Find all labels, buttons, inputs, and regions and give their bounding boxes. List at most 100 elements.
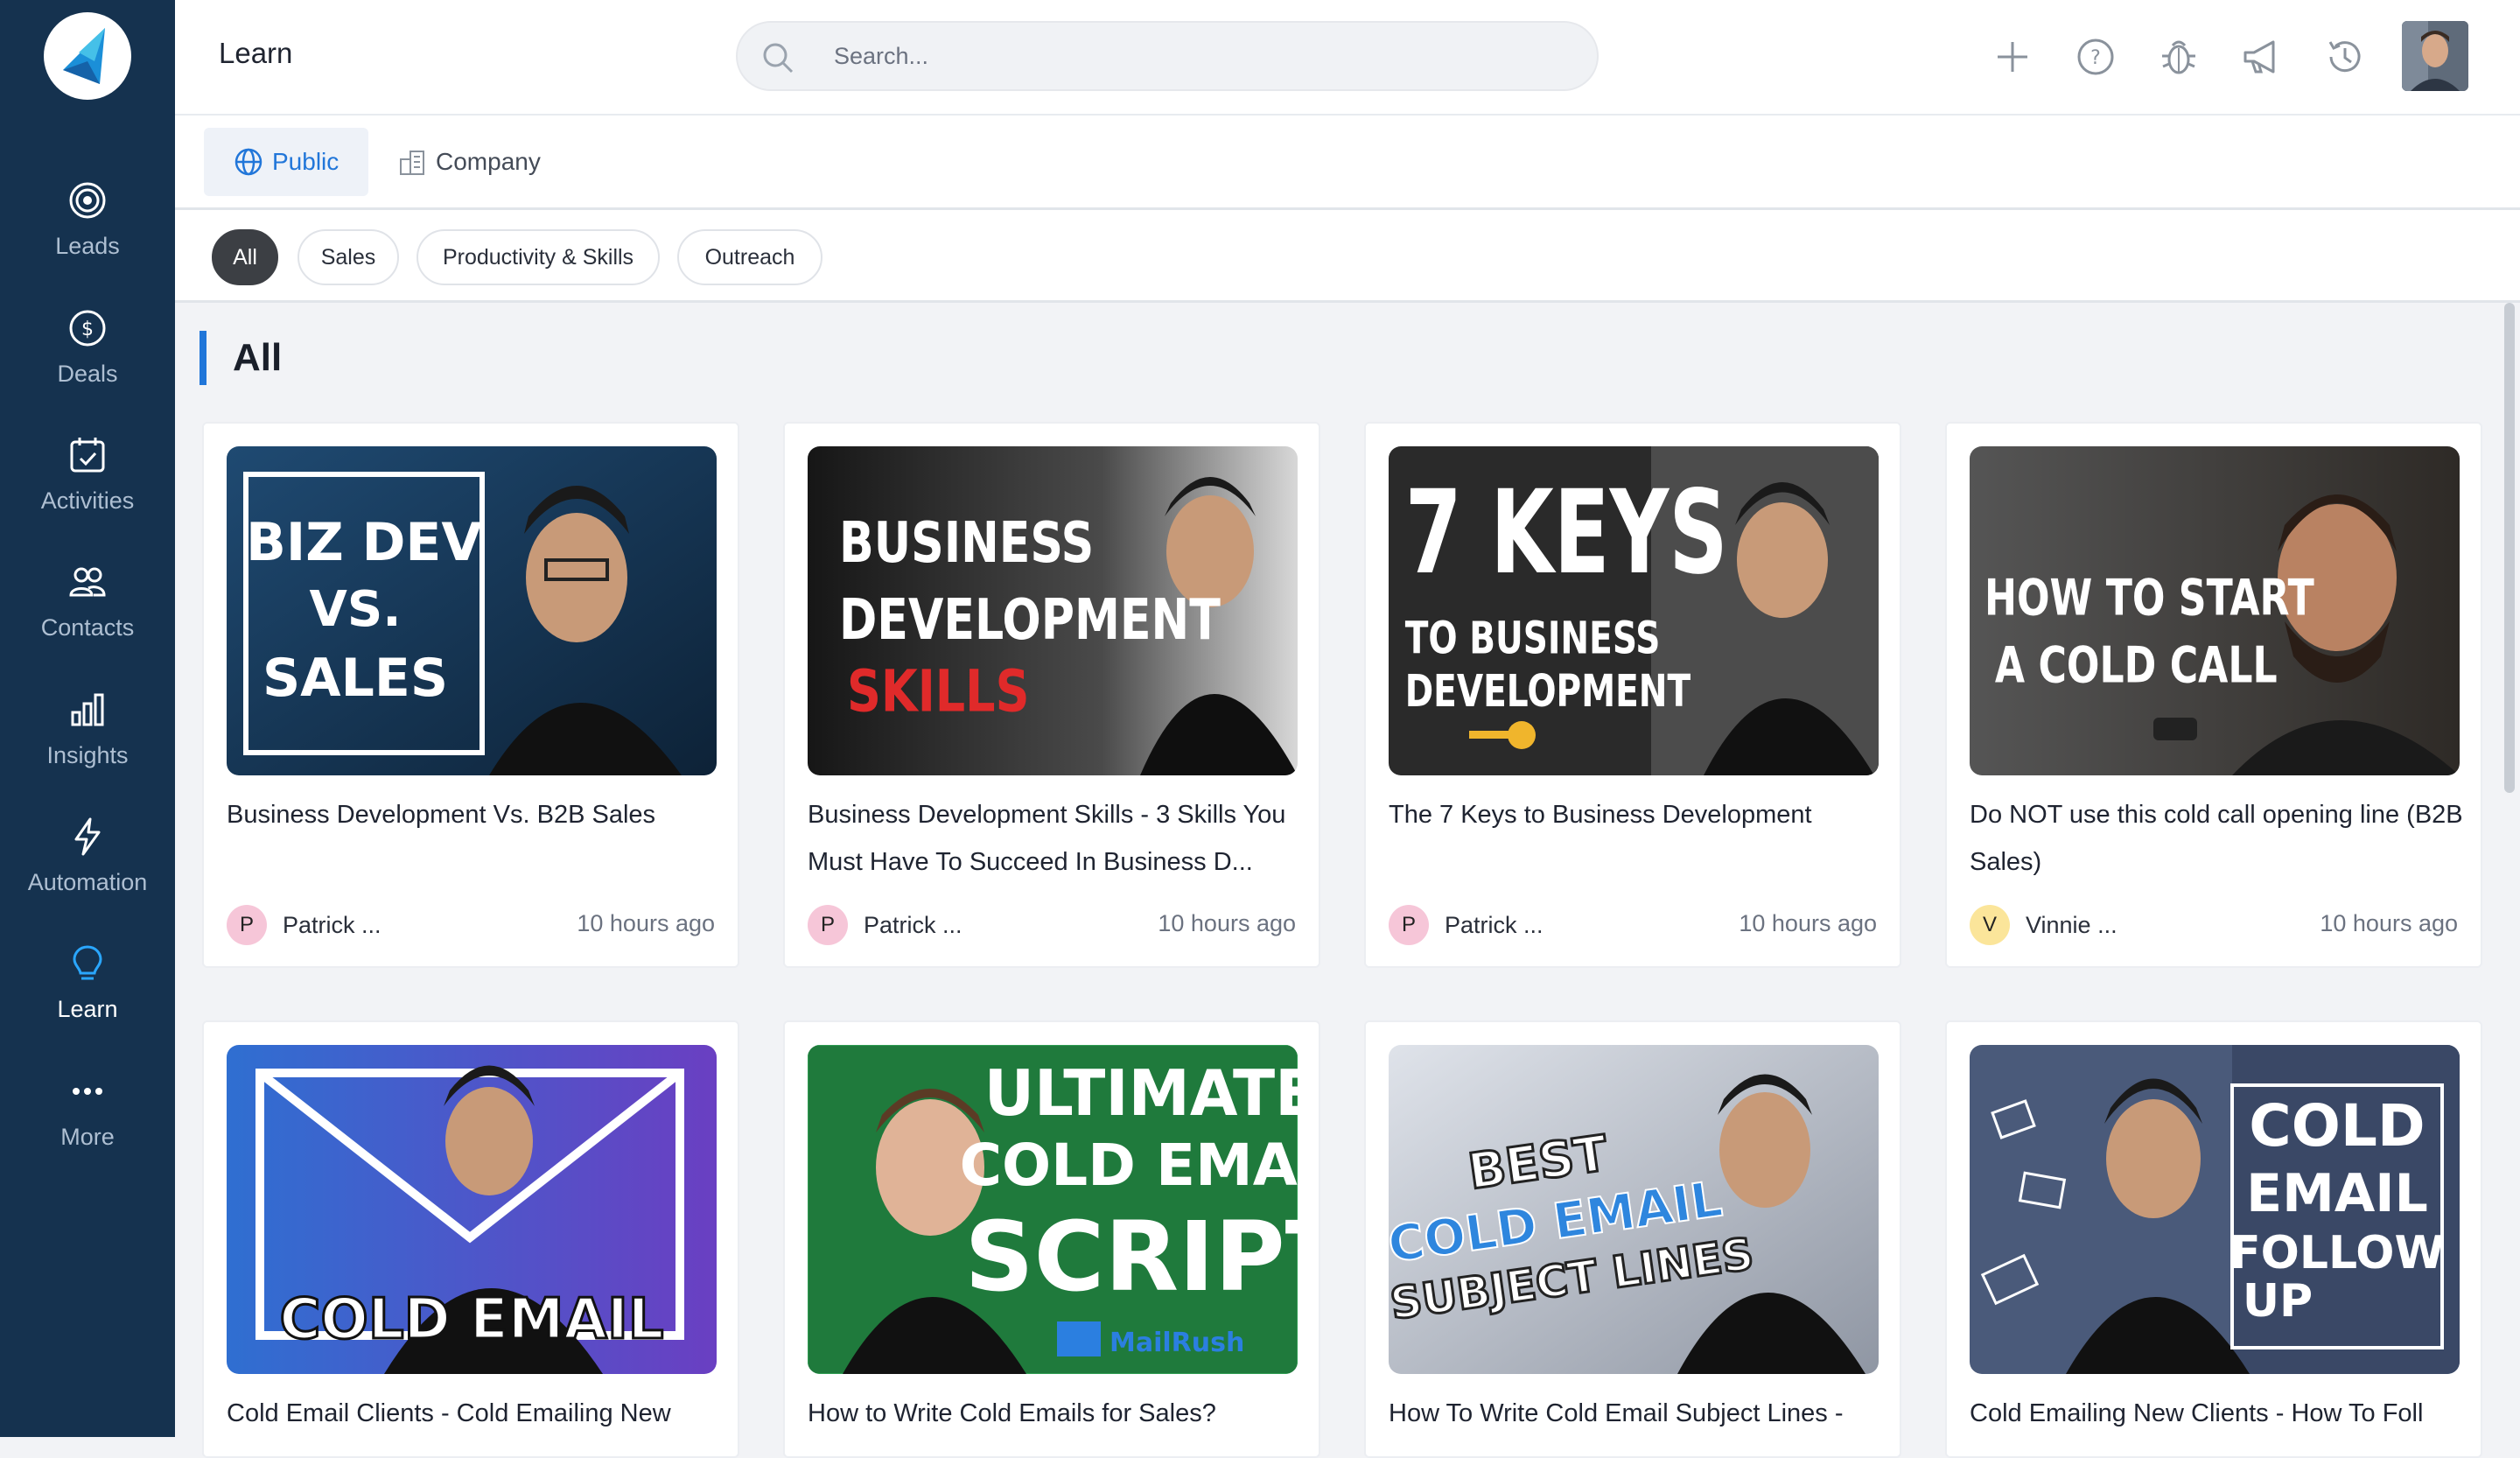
author: P Patrick ...: [227, 905, 382, 945]
video-thumbnail[interactable]: COLD EMAIL: [227, 1045, 717, 1374]
video-title[interactable]: How To Write Cold Email Subject Lines -: [1389, 1390, 1884, 1437]
svg-text:$: $: [81, 319, 94, 340]
search-box[interactable]: [736, 21, 1599, 91]
thumb-text: DEVELOPMENT: [1405, 665, 1691, 717]
sidebar-item-label: Learn: [57, 996, 118, 1022]
sidebar-item-automation[interactable]: Automation: [0, 817, 175, 930]
video-thumbnail[interactable]: 7 KEYS TO BUSINESS DEVELOPMENT: [1389, 446, 1879, 775]
thumb-text: TO BUSINESS: [1405, 613, 1661, 664]
sidebar-item-label: Leads: [55, 233, 120, 259]
author-avatar: P: [227, 905, 267, 945]
thumb-text: ULTIMATE: [984, 1056, 1298, 1130]
sidebar-item-activities[interactable]: Activities: [0, 435, 175, 549]
users-icon: [69, 567, 106, 597]
video-card[interactable]: BEST COLD EMAIL SUBJECT LINES How To Wri…: [1364, 1020, 1901, 1458]
megaphone-icon[interactable]: [2240, 35, 2284, 79]
thumb-text: VS.: [310, 581, 402, 638]
thumb-text: MailRush: [1110, 1328, 1244, 1358]
user-avatar[interactable]: [2402, 21, 2468, 91]
video-title[interactable]: Do NOT use this cold call opening line (…: [1970, 791, 2465, 886]
history-icon[interactable]: [2323, 35, 2367, 79]
author-avatar: V: [1970, 905, 2010, 945]
scrollbar[interactable]: [2504, 303, 2515, 793]
filter-all[interactable]: All: [212, 229, 278, 285]
sidebar-item-insights[interactable]: Insights: [0, 690, 175, 803]
author-avatar: P: [1389, 905, 1429, 945]
video-card[interactable]: COLD EMAIL FOLLOW UP Cold Emailing New C…: [1945, 1020, 2482, 1458]
tab-company[interactable]: Company: [368, 128, 570, 196]
sidebar-item-learn[interactable]: Learn: [0, 943, 175, 1057]
posted-time: 10 hours ago: [2320, 910, 2458, 936]
sidebar-item-contacts[interactable]: Contacts: [0, 562, 175, 676]
sidebar: Leads $ Deals Activities Contacts Insigh…: [0, 0, 175, 1437]
app-logo[interactable]: [44, 12, 131, 100]
video-title[interactable]: Cold Emailing New Clients - How To Foll: [1970, 1390, 2465, 1437]
thumb-text: 7 KEYS: [1405, 466, 1728, 599]
posted-time: 10 hours ago: [577, 910, 715, 936]
video-card[interactable]: COLD EMAIL Cold Email Clients - Cold Ema…: [202, 1020, 739, 1458]
sidebar-item-label: Activities: [40, 487, 135, 514]
author-name: Patrick ...: [864, 911, 962, 938]
sidebar-item-label: More: [60, 1124, 115, 1150]
author-name: Patrick ...: [1445, 911, 1544, 938]
video-thumbnail[interactable]: BIZ DEV VS. SALES: [227, 446, 717, 775]
top-bar: Learn ?: [175, 0, 2520, 116]
thumb-text: EMAIL: [2246, 1163, 2428, 1224]
thumb-text: COLD EMAIL: [279, 1287, 663, 1352]
video-thumbnail[interactable]: COLD EMAIL FOLLOW UP: [1970, 1045, 2460, 1374]
more-dots-icon: [73, 1088, 102, 1095]
thumb-text: SALES: [262, 648, 448, 709]
filter-productivity-skills[interactable]: Productivity & Skills: [416, 229, 660, 285]
thumb-text: FOLLOW: [2230, 1227, 2445, 1279]
filter-outreach[interactable]: Outreach: [677, 229, 822, 285]
lightbulb-icon: [73, 945, 102, 980]
building-icon: [400, 151, 424, 175]
video-card[interactable]: BUSINESS DEVELOPMENT SKILLS Business Dev…: [783, 422, 1320, 968]
tab-label: Public: [272, 148, 340, 175]
sidebar-item-label: Insights: [46, 742, 129, 768]
author-name: Patrick ...: [283, 911, 382, 938]
thumb-text: SCRIPT: [964, 1201, 1298, 1313]
help-icon[interactable]: ?: [2074, 35, 2118, 79]
plus-icon[interactable]: [1991, 35, 2034, 79]
sidebar-item-more[interactable]: More: [0, 1071, 175, 1185]
sidebar-item-label: Contacts: [40, 614, 135, 641]
video-thumbnail[interactable]: BUSINESS DEVELOPMENT SKILLS: [808, 446, 1298, 775]
video-title[interactable]: Business Development Skills - 3 Skills Y…: [808, 791, 1303, 886]
author: V Vinnie ...: [1970, 905, 2118, 945]
video-thumbnail[interactable]: ULTIMATE COLD EMAIL SCRIPT MailRush: [808, 1045, 1298, 1374]
author: P Patrick ...: [1389, 905, 1544, 945]
video-thumbnail[interactable]: BEST COLD EMAIL SUBJECT LINES: [1389, 1045, 1879, 1374]
tab-label: Company: [436, 148, 541, 175]
sidebar-item-label: Automation: [27, 869, 148, 895]
target-icon: [69, 182, 106, 219]
video-title[interactable]: The 7 Keys to Business Development: [1389, 791, 1884, 838]
video-card[interactable]: BIZ DEV VS. SALES Business Development V…: [202, 422, 739, 968]
thumb-text: A COLD CALL: [1995, 637, 2278, 695]
calendar-check-icon: [70, 438, 105, 473]
sidebar-item-deals[interactable]: $ Deals: [0, 308, 175, 422]
author-name: Vinnie ...: [2026, 911, 2118, 938]
sidebar-item-leads[interactable]: Leads: [0, 180, 175, 294]
video-thumbnail[interactable]: HOW TO START A COLD CALL: [1970, 446, 2460, 775]
video-card[interactable]: 7 KEYS TO BUSINESS DEVELOPMENT The 7 Key…: [1364, 422, 1901, 968]
thumb-text: BIZ DEV: [246, 512, 482, 573]
thumb-text: COLD: [2249, 1092, 2425, 1160]
category-filters: All Sales Productivity & Skills Outreach: [175, 210, 2520, 303]
video-card[interactable]: HOW TO START A COLD CALL Do NOT use this…: [1945, 422, 2482, 968]
video-title[interactable]: Cold Email Clients - Cold Emailing New: [227, 1390, 722, 1437]
video-title[interactable]: How to Write Cold Emails for Sales?: [808, 1390, 1303, 1437]
bar-chart-icon: [71, 693, 104, 726]
filter-sales[interactable]: Sales: [298, 229, 399, 285]
page-title: Learn: [219, 37, 293, 69]
video-title[interactable]: Business Development Vs. B2B Sales: [227, 791, 722, 838]
dollar-icon: $: [69, 310, 106, 347]
video-card[interactable]: ULTIMATE COLD EMAIL SCRIPT MailRush How …: [783, 1020, 1320, 1458]
thumb-text: HOW TO START: [1984, 570, 2314, 627]
tab-public[interactable]: Public: [204, 128, 369, 196]
globe-icon: [234, 148, 262, 176]
bug-icon[interactable]: [2157, 35, 2201, 79]
thumb-text: BUSINESS: [839, 510, 1094, 575]
search-input[interactable]: [834, 37, 1551, 75]
thumb-text: DEVELOPMENT: [839, 587, 1221, 652]
